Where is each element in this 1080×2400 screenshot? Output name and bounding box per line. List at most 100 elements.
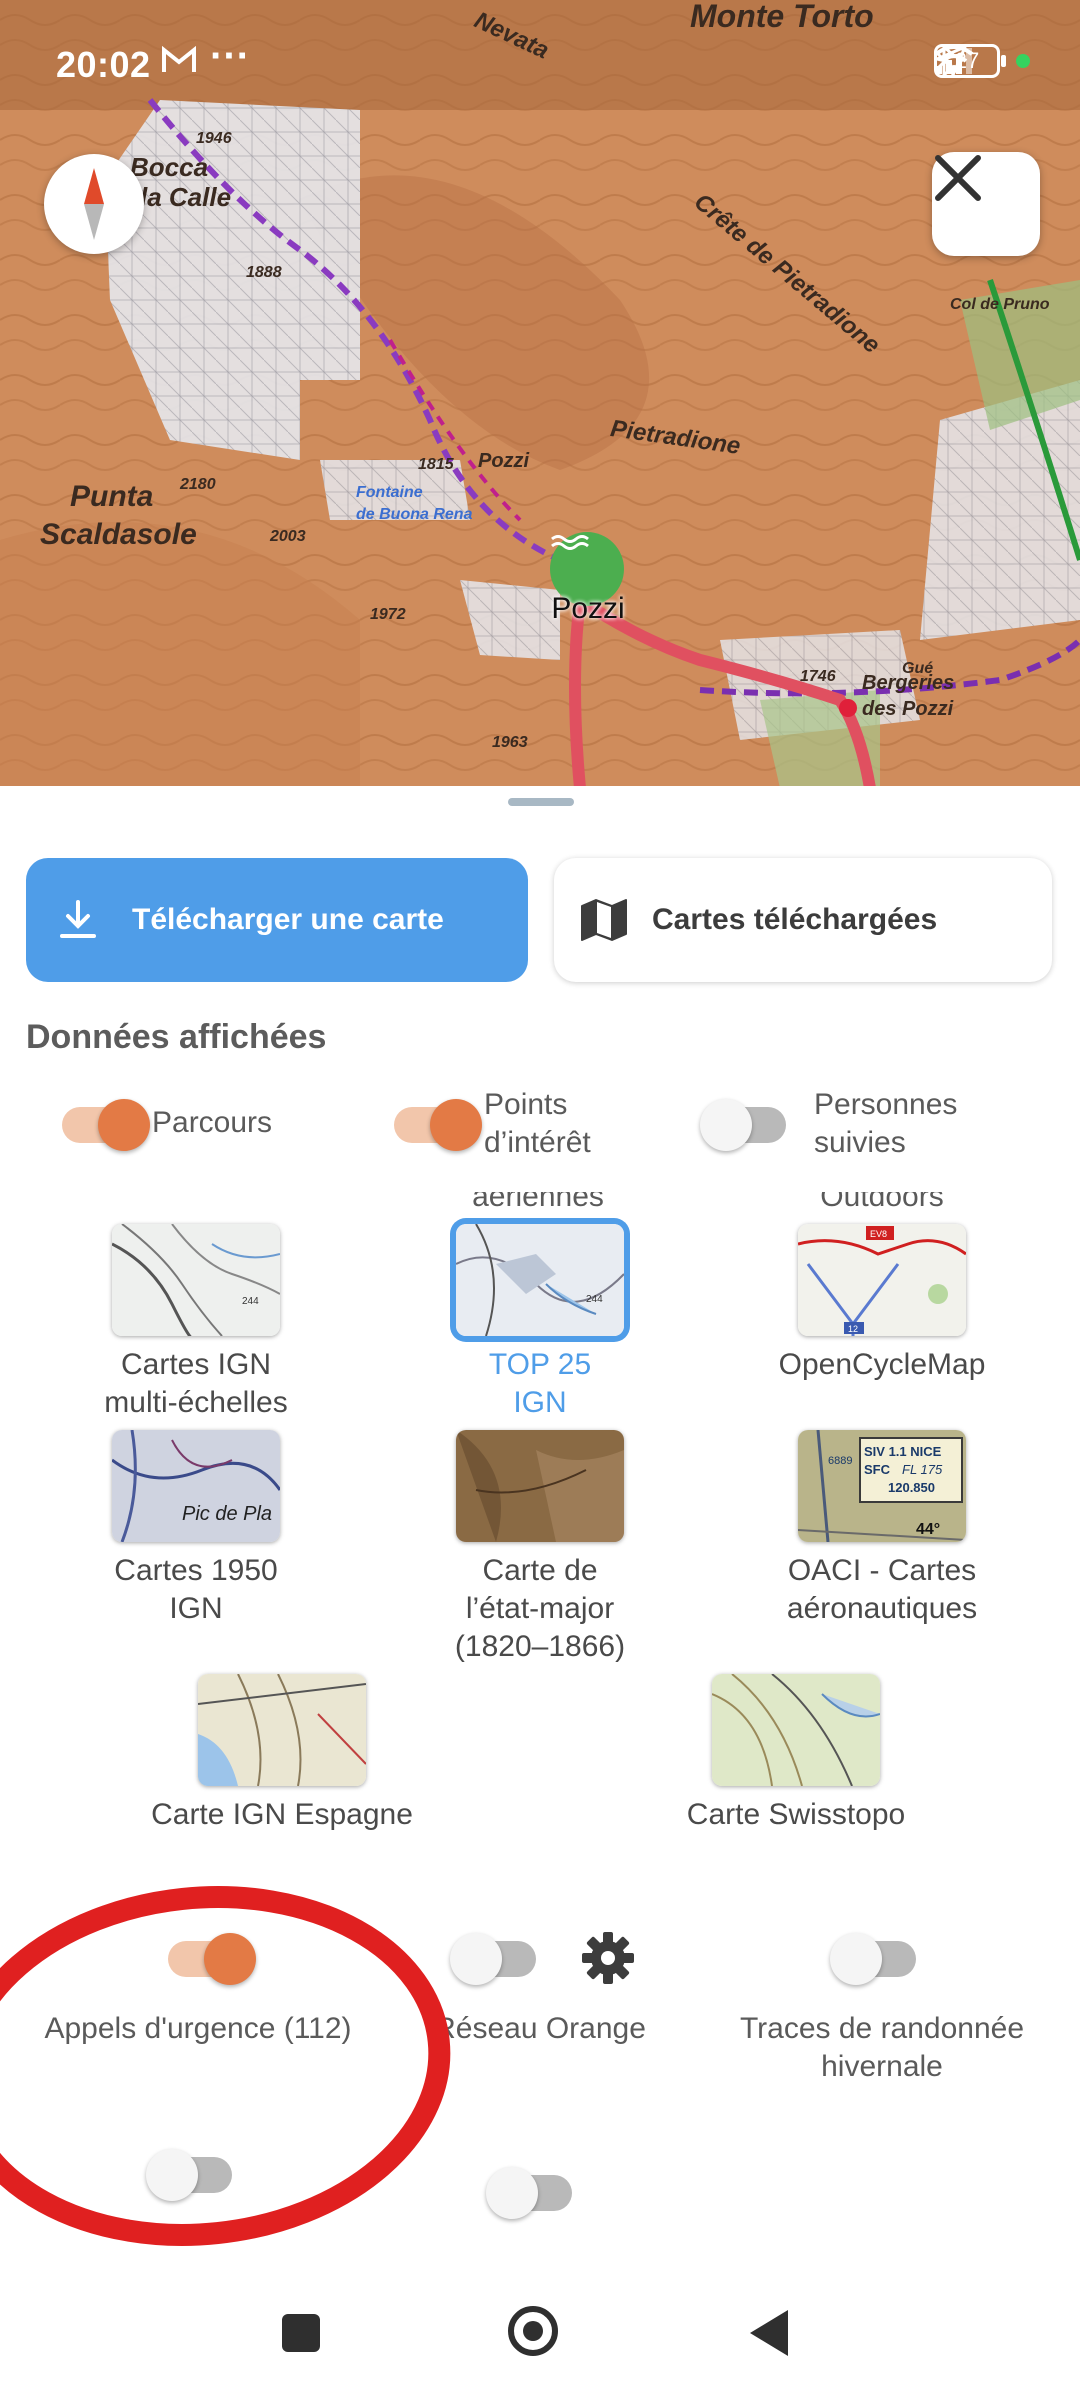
toggle-points-interet[interactable] xyxy=(394,1098,482,1151)
layer-thumbnail xyxy=(456,1430,624,1542)
gear-icon[interactable] xyxy=(580,1930,636,1986)
layer-label: OpenCycleMap xyxy=(722,1346,1042,1384)
download-icon xyxy=(56,898,116,942)
layer-thumbnail: Pic de Pla xyxy=(112,1430,280,1542)
layer-label-line1: Cartes IGN xyxy=(120,1348,272,1381)
status-bar: 20:02 ··· 27 xyxy=(0,0,1080,110)
toggle-parcours-label: Parcours xyxy=(152,1106,273,1139)
download-map-label: Télécharger une carte xyxy=(132,903,444,936)
layer-label: Carte de l’état-major (1820–1866) xyxy=(380,1552,700,1666)
thumb-text: 244 xyxy=(586,1294,603,1305)
recents-button[interactable] xyxy=(282,2314,320,2352)
toggle-points-interet-label-line2: d’intérêt xyxy=(484,1126,591,1159)
thumb-text: Pic de Pla xyxy=(182,1503,272,1525)
privacy-indicator-icon xyxy=(1016,54,1030,68)
thumb-text: 44° xyxy=(916,1521,940,1538)
layer-carte-etat-major[interactable]: Carte de l’état-major (1820–1866) xyxy=(380,1430,700,1666)
layer-label: Cartes IGN multi-échelles xyxy=(36,1346,356,1422)
more-notifications-icon: ··· xyxy=(210,34,250,78)
thumb-text: SIV 1.1 NICE xyxy=(864,1444,942,1459)
layer-label: Carte IGN Espagne xyxy=(122,1796,442,1834)
home-button[interactable] xyxy=(508,2306,558,2356)
toggle-partially-hidden[interactable] xyxy=(146,2148,232,2201)
toggle-points-interet-label: Points d’intérêt xyxy=(484,1086,591,1162)
toggle-personnes-suivies-label: Personnes suivies xyxy=(814,1086,957,1162)
toggle-traces-randonnee-hivernale-label: Traces de randonnée hivernale xyxy=(712,2010,1052,2086)
toggle-personnes-suivies-label-line2: suivies xyxy=(814,1126,906,1159)
layer-thumbnail xyxy=(712,1674,880,1786)
map-label: Scaldasole xyxy=(40,518,197,551)
map-label: des Pozzi xyxy=(862,698,954,720)
map-layers-sheet: Télécharger une carte Cartes téléchargée… xyxy=(0,786,1080,2400)
downloaded-maps-label: Cartes téléchargées xyxy=(652,903,938,936)
back-button[interactable] xyxy=(750,2310,788,2356)
close-button[interactable] xyxy=(932,152,1040,256)
sheet-drag-handle[interactable] xyxy=(508,798,574,806)
toggle-points-interet-label-line1: Points xyxy=(484,1088,568,1121)
map-label: Col de Pruno xyxy=(950,296,1050,313)
layer-carte-swisstopo[interactable]: Carte Swisstopo xyxy=(636,1674,956,1834)
toggle-partially-hidden[interactable] xyxy=(486,2166,572,2219)
toggle-personnes-suivies[interactable] xyxy=(700,1098,786,1151)
layer-label-line2: IGN xyxy=(513,1386,567,1419)
layer-thumbnail: 244 xyxy=(456,1224,624,1336)
toggle-personnes-suivies-label-line1: Personnes xyxy=(814,1088,958,1121)
map-label: Fontaine xyxy=(356,484,423,501)
compass-button[interactable] xyxy=(44,154,144,254)
layer-label-line2: IGN xyxy=(169,1592,223,1625)
map-label: la Calle xyxy=(140,182,232,212)
layer-ign-multi-echelles[interactable]: 244 Cartes IGN multi-échelles xyxy=(36,1224,356,1422)
layer-label-cutoff: Outdoors xyxy=(820,1180,944,1213)
compass-icon xyxy=(84,168,104,240)
layer-label-line1: Carte IGN Espagne xyxy=(151,1798,413,1831)
toggle-label-line2: hivernale xyxy=(821,2050,943,2083)
map-view[interactable]: Nevata Monte Torto Bocca la Calle Punta … xyxy=(0,0,1080,788)
layer-carte-ign-espagne[interactable]: Carte IGN Espagne xyxy=(122,1674,442,1834)
layer-label: OACI - Cartes aéronautiques xyxy=(722,1552,1042,1628)
toggle-appels-urgence-label: Appels d'urgence (112) xyxy=(44,2012,352,2045)
map-label: Punta xyxy=(70,480,154,513)
layer-label-line2: l’état-major xyxy=(465,1592,615,1625)
water-icon xyxy=(551,535,589,550)
layer-label-cutoff: aériennes xyxy=(472,1180,604,1213)
downloaded-maps-button[interactable]: Cartes téléchargées xyxy=(554,858,1052,982)
layer-thumbnail: EV8 12 xyxy=(798,1224,966,1336)
battery-icon: 27 xyxy=(934,44,1006,78)
thumb-text: 120.850 xyxy=(888,1480,935,1495)
layer-label: Carte Swisstopo xyxy=(636,1796,956,1834)
layer-label-line1: Carte de xyxy=(482,1554,598,1587)
layer-cartes-1950-ign[interactable]: Pic de Pla Cartes 1950 IGN xyxy=(36,1430,356,1628)
map-label: 1946 xyxy=(196,130,232,147)
layer-opencyclemap[interactable]: EV8 12 OpenCycleMap xyxy=(722,1224,1042,1384)
map-label: 1746 xyxy=(800,668,836,685)
layer-top25-ign[interactable]: 244 TOP 25 IGN xyxy=(380,1224,700,1422)
map-label: de Buona Rena xyxy=(356,506,473,523)
layer-label-line1: OpenCycleMap xyxy=(778,1348,986,1381)
layer-label-line3: (1820–1866) xyxy=(454,1630,626,1663)
layer-oaci-cartes-aeronautiques[interactable]: SIV 1.1 NICE SFC FL 175 120.850 6889 44°… xyxy=(722,1430,1042,1628)
toggle-reseau-orange[interactable] xyxy=(450,1932,536,1985)
layer-label-line1: Cartes 1950 xyxy=(114,1554,278,1587)
status-time: 20:02 xyxy=(56,44,151,85)
map-label: 2180 xyxy=(180,476,216,493)
poi-label: Pozzi xyxy=(551,592,625,625)
map-label: 2003 xyxy=(270,528,306,545)
toggle-label-line1: Traces de randonnée xyxy=(739,2012,1025,2045)
layer-label-line1: TOP 25 xyxy=(488,1348,592,1381)
close-icon xyxy=(935,155,981,201)
layer-label-line1: Carte Swisstopo xyxy=(686,1798,906,1831)
toggle-appels-urgence[interactable] xyxy=(168,1932,256,1985)
thumb-text: 244 xyxy=(242,1296,259,1307)
layer-label-line1: OACI - Cartes xyxy=(787,1554,977,1587)
map-label: 1972 xyxy=(370,606,406,623)
download-map-button[interactable]: Télécharger une carte xyxy=(26,858,528,982)
toggle-reseau-orange-label: Réseau Orange xyxy=(434,2012,646,2045)
layer-label: Cartes 1950 IGN xyxy=(36,1552,356,1628)
thumb-text: 6889 xyxy=(828,1455,852,1467)
layer-thumbnail xyxy=(198,1674,366,1786)
map-label: 1888 xyxy=(246,264,282,281)
toggle-parcours[interactable] xyxy=(62,1098,150,1151)
toggle-traces-randonnee-hivernale[interactable] xyxy=(830,1932,916,1985)
map-label: 1963 xyxy=(492,734,528,751)
layer-thumbnail: 244 xyxy=(112,1224,280,1336)
